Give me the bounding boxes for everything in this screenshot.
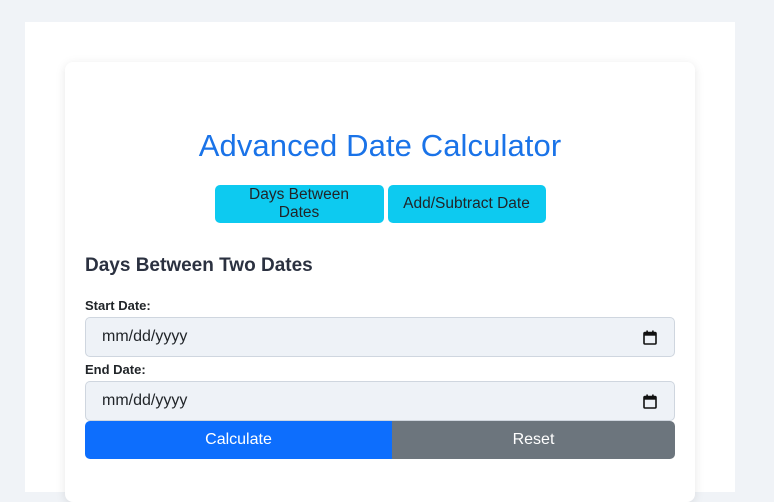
end-date-input[interactable]: mm/dd/yyyy	[85, 381, 675, 421]
page-container: Advanced Date Calculator Days Between Da…	[25, 22, 735, 502]
calculator-card: Advanced Date Calculator Days Between Da…	[65, 62, 695, 502]
start-date-input[interactable]: mm/dd/yyyy	[85, 317, 675, 357]
page-title: Advanced Date Calculator	[198, 128, 562, 163]
start-date-placeholder: mm/dd/yyyy	[102, 328, 188, 345]
section-title: Days Between Two Dates	[85, 255, 313, 276]
tab-add-subtract-date[interactable]: Add/Subtract Date	[387, 185, 546, 223]
reset-button[interactable]: Reset	[392, 421, 675, 459]
end-date-label: End Date:	[85, 362, 146, 377]
calculate-button[interactable]: Calculate	[85, 421, 392, 459]
tab-days-between-dates[interactable]: Days Between Dates	[214, 185, 384, 223]
calendar-icon[interactable]	[642, 393, 658, 409]
mode-tab-bar: Days Between Dates Add/Subtract Date	[65, 185, 695, 223]
calendar-icon[interactable]	[642, 329, 658, 345]
action-button-group: Calculate Reset	[85, 421, 675, 459]
end-date-placeholder: mm/dd/yyyy	[102, 392, 188, 409]
start-date-label: Start Date:	[85, 298, 151, 313]
